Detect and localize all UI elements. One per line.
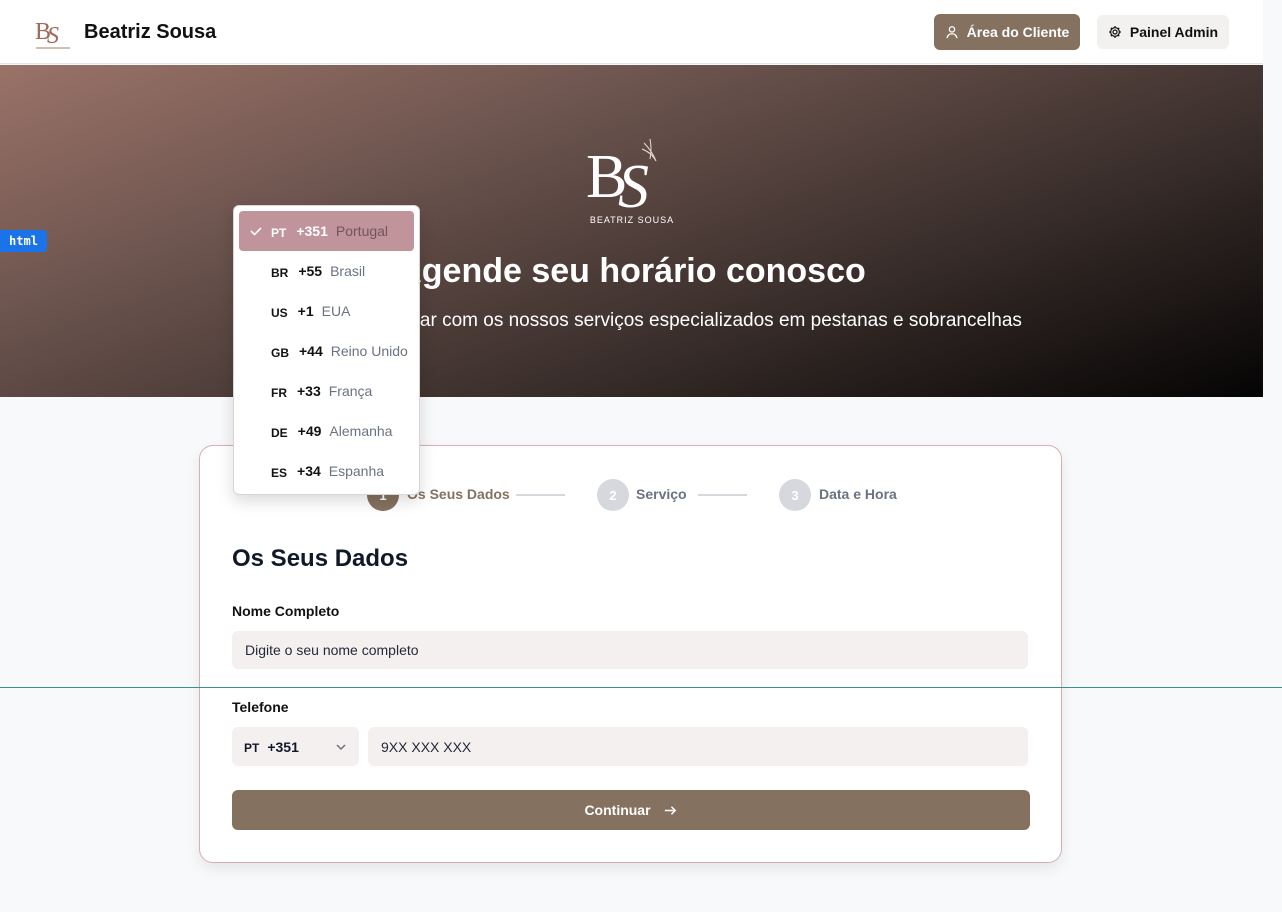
phone-input[interactable]: 9XX XXX XXX [368,727,1028,766]
admin-panel-button[interactable]: Painel Admin [1097,15,1229,49]
phone-label: Telefone [232,699,289,715]
section-title: Os Seus Dados [232,545,409,572]
name-label: Nome Completo [232,603,340,619]
option-name: Brasil [330,263,366,279]
option-code: GB [271,346,289,360]
country-option-pt[interactable]: PT +351 Portugal [239,211,414,251]
check-icon [250,227,262,236]
brand-logo[interactable]: B S [33,15,73,53]
option-name: Espanha [328,463,385,479]
step-1-label: Os Seus Dados [407,486,510,502]
option-code: BR [271,266,289,280]
svg-text:BEATRIZ SOUSA: BEATRIZ SOUSA [590,215,674,225]
step-connector [698,494,747,496]
scrollbar-track[interactable] [1263,0,1282,912]
dial-code: +351 [267,738,299,755]
option-code: ES [271,466,288,480]
country-option-gb[interactable]: GB +44 Reino Unido [239,331,414,371]
step-3-dot: 3 [779,479,811,511]
option-code: PT [271,226,287,240]
admin-panel-label: Painel Admin [1129,24,1219,40]
option-dial: +33 [297,383,321,399]
hero-banner: B S BEATRIZ SOUSA Agende seu horário con… [0,65,1263,397]
step-2-dot: 2 [597,479,629,511]
step-3-label: Data e Hora [819,486,897,502]
name-input[interactable]: Digite o seu nome completo [232,631,1028,669]
step-2-label: Serviço [636,486,687,502]
hero-logo: B S BEATRIZ SOUSA [586,138,674,225]
option-dial: +351 [296,223,328,239]
guide-line [0,687,1282,688]
country-option-fr[interactable]: FR +33 França [239,371,414,411]
svg-text:S: S [47,23,59,49]
client-area-label: Área do Cliente [966,24,1070,40]
continue-button[interactable]: Continuar [232,790,1030,830]
option-dial: +34 [297,463,321,479]
option-name: Alemanha [329,423,393,439]
country-option-de[interactable]: DE +49 Alemanha [239,411,414,451]
gear-icon [1108,26,1121,38]
top-header: B S Beatriz Sousa Área do Cliente Painel… [0,0,1263,64]
country-code-select[interactable]: PT +351 [232,727,359,766]
option-code: US [271,306,288,320]
country-option-br[interactable]: BR +55 Brasil [239,251,414,291]
option-name: EUA [321,303,351,319]
svg-text:S: S [618,153,649,221]
arrow-right-icon [664,805,676,815]
option-name: Reino Unido [330,343,408,359]
country-option-us[interactable]: US +1 EUA [239,291,414,331]
option-dial: +49 [297,423,322,439]
option-name: Portugal [335,223,389,239]
step-connector [516,494,565,496]
option-dial: +1 [297,303,314,319]
client-area-button[interactable]: Área do Cliente [934,14,1080,50]
chevron-down-icon [336,744,346,751]
option-dial: +44 [299,343,323,359]
option-code: DE [271,426,288,440]
user-icon [946,26,958,39]
booking-card: 1 Os Seus Dados 2 Serviço 3 Data e Hora … [199,445,1062,863]
hero-subtitle: Transforme o seu olhar com os nossos ser… [241,310,1022,331]
country-code: PT [244,741,260,755]
hero-title: Agende seu horário conosco [397,252,866,290]
option-dial: +55 [298,263,323,279]
brand-name[interactable]: Beatriz Sousa [84,21,216,44]
continue-label: Continuar [584,802,651,818]
devtools-html-badge: html [0,230,47,252]
country-option-es[interactable]: ES +34 Espanha [239,451,414,491]
option-code: FR [271,386,287,400]
country-dropdown: PT +351 Portugal BR +55 Brasil US +1 EUA… [233,205,420,495]
option-name: França [328,383,373,399]
